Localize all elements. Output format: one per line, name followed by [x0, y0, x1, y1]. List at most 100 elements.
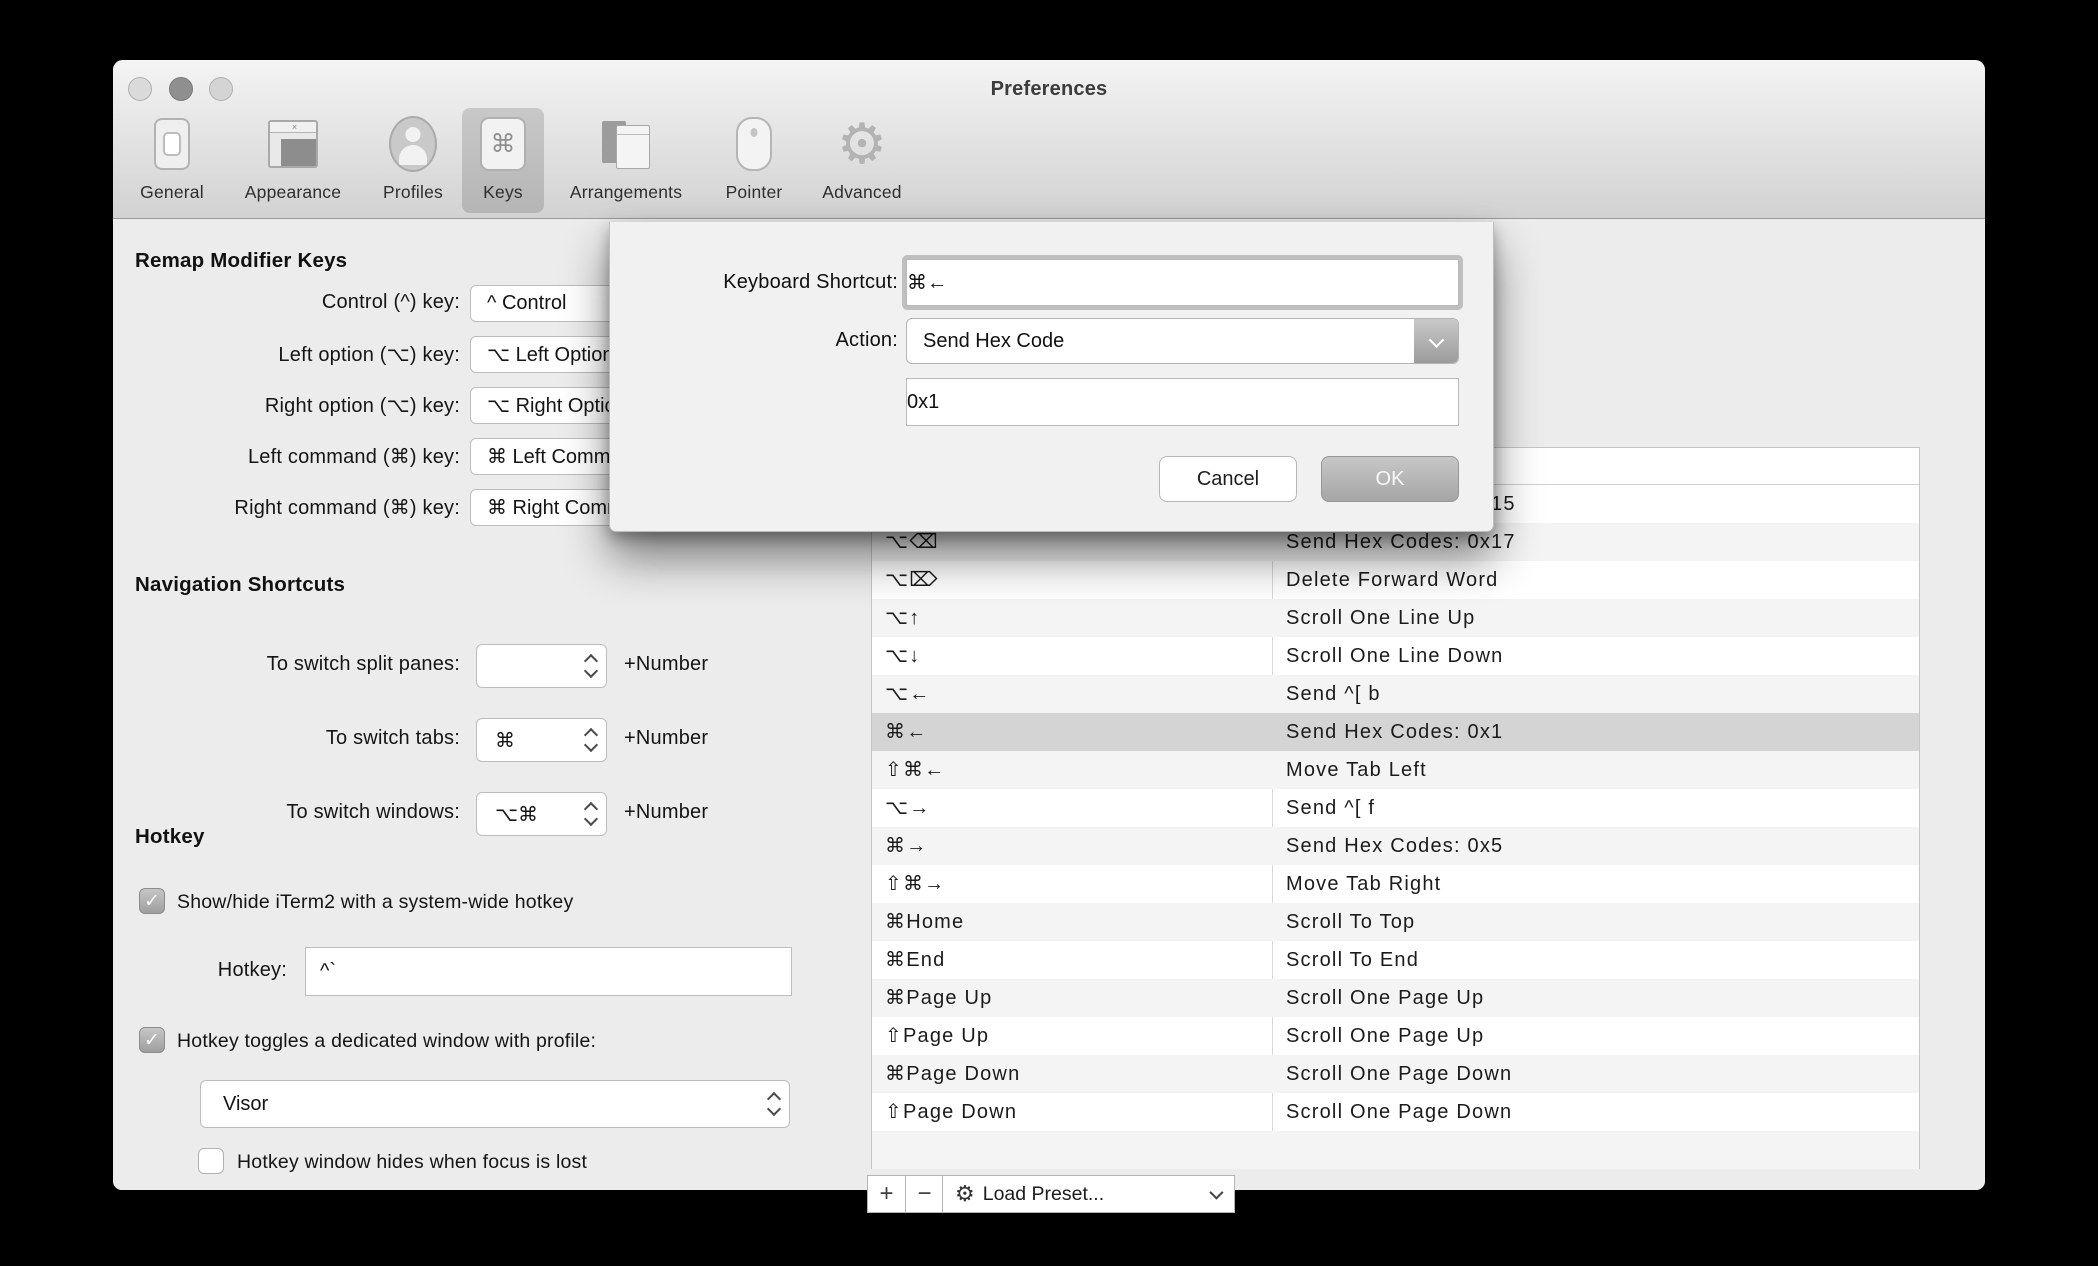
table-row[interactable]: ⌘Page Down Scroll One Page Down: [872, 1055, 1919, 1093]
table-row[interactable]: ⌥↑ Scroll One Line Up: [872, 599, 1919, 637]
action-label: Action:: [835, 329, 898, 351]
navigation-row-label: To switch split panes:: [266, 653, 460, 675]
dedicated-window-label: Hotkey toggles a dedicated window with p…: [177, 1030, 597, 1052]
hotkey-section-title: Hotkey: [135, 825, 205, 848]
table-row[interactable]: ⌥→ Send ^[ f: [872, 789, 1919, 827]
toolbar-item-advanced[interactable]: ⚙ Advanced: [787, 108, 937, 203]
action-cell: Scroll One Page Up: [1286, 1025, 1485, 1047]
key-combination-cell: ⌘Home: [885, 911, 965, 933]
remap-row-label: Right option (⌥) key:: [264, 395, 460, 417]
popup-chevron-icon: [1414, 319, 1458, 363]
action-cell: Send ^[ f: [1286, 797, 1376, 819]
table-row[interactable]: ⌘End Scroll To End: [872, 941, 1919, 979]
action-cell: Move Tab Left: [1286, 759, 1427, 781]
chevron-down-icon: [1209, 1185, 1224, 1200]
action-cell: Scroll One Page Down: [1286, 1101, 1513, 1123]
hotkey-field-label: Hotkey:: [217, 959, 287, 981]
key-combination-cell: ⌥⌦: [885, 569, 939, 591]
gear-icon: ⚙: [836, 112, 888, 175]
navigation-row-label: To switch tabs:: [325, 727, 460, 749]
table-row[interactable]: ⌘→ Send Hex Codes: 0x5: [872, 827, 1919, 865]
action-cell: Scroll One Line Down: [1286, 645, 1504, 667]
action-cell: Scroll One Page Down: [1286, 1063, 1513, 1085]
table-row[interactable]: ⌥← Send ^[ b: [872, 675, 1919, 713]
plus-number-label: +Number: [624, 653, 709, 675]
hides-on-focus-lost-checkbox[interactable]: [198, 1148, 224, 1174]
remap-row-label: Left command (⌘) key:: [247, 446, 460, 468]
modifier-stepper-popup[interactable]: ⌥⌘: [476, 792, 607, 836]
modifier-stepper-popup[interactable]: [476, 644, 607, 688]
table-row[interactable]: ⇧Page Up Scroll One Page Up: [872, 1017, 1919, 1055]
hides-on-focus-lost-label: Hotkey window hides when focus is lost: [237, 1151, 588, 1173]
stepper-arrows-icon: [583, 653, 599, 679]
key-combination-cell: ⇧Page Down: [885, 1101, 1018, 1123]
window-title: Preferences: [990, 78, 1108, 100]
action-cell: Send ^[ b: [1286, 683, 1381, 705]
table-row[interactable]: ⌘← Send Hex Codes: 0x1: [872, 713, 1919, 751]
table-row[interactable]: [872, 1131, 1919, 1169]
table-row[interactable]: ⌥↓ Scroll One Line Down: [872, 637, 1919, 675]
keyboard-shortcut-input[interactable]: ⌘←: [906, 259, 1459, 306]
key-combination-cell: ⇧Page Up: [885, 1025, 990, 1047]
preset-gear-icon: ⚙: [955, 1181, 975, 1206]
hotkey-profile-popup[interactable]: Visor: [200, 1080, 790, 1128]
modifier-stepper-popup[interactable]: ⌘: [476, 718, 607, 762]
stepper-arrows-icon: [583, 801, 599, 827]
key-combination-cell: ⌘→: [885, 835, 928, 857]
remap-section-title: Remap Modifier Keys: [135, 249, 348, 272]
key-combination-cell: ⌥↑: [885, 607, 921, 629]
key-combination-cell: [872, 1131, 1272, 1169]
title-toolbar: Preferences General × Appearance Profile…: [113, 60, 1985, 219]
action-popup[interactable]: Send Hex Code: [906, 318, 1459, 364]
hotkey-input[interactable]: ^`: [305, 947, 792, 996]
preferences-window: Preferences General × Appearance Profile…: [113, 60, 1985, 1213]
action-cell: Scroll To End: [1286, 949, 1420, 971]
cancel-button[interactable]: Cancel: [1159, 456, 1297, 502]
remove-mapping-button[interactable]: −: [905, 1175, 944, 1213]
key-combination-cell: ⌘Page Up: [885, 987, 993, 1009]
action-cell: [1272, 1131, 1286, 1169]
stepper-arrows-icon: [766, 1091, 782, 1117]
add-mapping-button[interactable]: +: [867, 1175, 906, 1213]
key-combination-cell: ⌥←: [885, 683, 931, 705]
action-cell: Send Hex Codes: 0x1: [1286, 721, 1504, 743]
stepper-arrows-icon: [583, 727, 599, 753]
navigation-section-title: Navigation Shortcuts: [135, 573, 346, 596]
key-combination-cell: ⌥↓: [885, 645, 921, 667]
plus-number-label: +Number: [624, 727, 709, 749]
navigation-row-label: To switch windows:: [286, 801, 460, 823]
remap-row-label: Control (^) key:: [321, 291, 460, 313]
hex-code-input[interactable]: 0x1: [906, 378, 1459, 426]
action-cell: Scroll One Line Up: [1286, 607, 1476, 629]
table-row[interactable]: ⌘Home Scroll To Top: [872, 903, 1919, 941]
show-hide-hotkey-checkbox[interactable]: ✓: [139, 888, 165, 914]
key-combination-cell: ⇧⌘←: [885, 759, 946, 781]
action-cell: Send Hex Codes: 0x5: [1286, 835, 1504, 857]
show-hide-hotkey-label: Show/hide iTerm2 with a system-wide hotk…: [177, 891, 574, 913]
key-combination-cell: ⌘Page Down: [885, 1063, 1021, 1085]
plus-number-label: +Number: [624, 801, 709, 823]
key-bindings-table: Key Combination Action ⌘⌫ Send Hex Codes…: [871, 447, 1920, 1169]
load-preset-label: Load Preset...: [982, 1182, 1105, 1205]
key-combination-cell: ⇧⌘→: [885, 873, 946, 895]
edit-key-mapping-sheet: Keyboard Shortcut: ⌘← Action: Send Hex C…: [609, 222, 1494, 532]
table-row[interactable]: ⇧⌘← Move Tab Left: [872, 751, 1919, 789]
keyboard-shortcut-label: Keyboard Shortcut:: [723, 271, 898, 293]
action-cell: Move Tab Right: [1286, 873, 1442, 895]
screenshot-stage: Preferences General × Appearance Profile…: [0, 0, 2098, 1266]
load-preset-popup[interactable]: ⚙ Load Preset...: [942, 1175, 1235, 1213]
key-combination-cell: ⌥→: [885, 797, 931, 819]
table-row[interactable]: ⇧⌘→ Move Tab Right: [872, 865, 1919, 903]
remap-row-label: Left option (⌥) key:: [278, 344, 460, 366]
table-row[interactable]: ⇧Page Down Scroll One Page Down: [872, 1093, 1919, 1131]
remap-row-label: Right command (⌘) key:: [234, 497, 460, 519]
ok-button[interactable]: OK: [1321, 456, 1459, 502]
table-row[interactable]: ⌥⌦ Delete Forward Word: [872, 561, 1919, 599]
key-combination-cell: ⌘End: [885, 949, 946, 971]
dedicated-window-checkbox[interactable]: ✓: [139, 1027, 165, 1053]
table-row[interactable]: ⌘Page Up Scroll One Page Up: [872, 979, 1919, 1017]
action-cell: Scroll One Page Up: [1286, 987, 1485, 1009]
action-cell: Delete Forward Word: [1286, 569, 1499, 591]
action-cell: Scroll To Top: [1286, 911, 1416, 933]
key-combination-cell: ⌘←: [885, 721, 928, 743]
